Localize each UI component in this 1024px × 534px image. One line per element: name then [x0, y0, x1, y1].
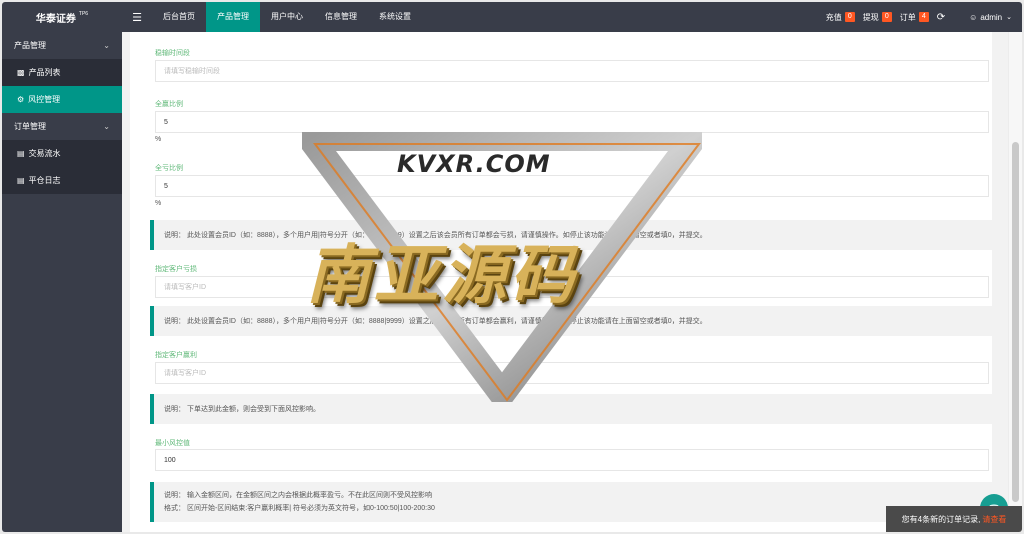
- sidebar-group-products[interactable]: 产品管理 ⌄: [2, 32, 122, 59]
- note-text-line1: 说明： 输入金额区间，在金额区间之内会根据此概率盈亏。不在此区间则不受风控影响: [164, 492, 432, 499]
- gear-icon: ⚙: [17, 95, 25, 104]
- order-link[interactable]: 订单 4: [900, 12, 929, 23]
- chevron-down-icon: ⌄: [103, 41, 110, 50]
- note-text-line2: 格式： 区间开始-区间结束:客户赢利概率| 符号必须为英文符号，如0-100:5…: [164, 505, 435, 512]
- sidebar-item-label: 交易流水: [28, 149, 61, 158]
- order-toast: 您有4条新的订单记录, 请查看: [886, 506, 1022, 532]
- chevron-down-icon: ⌄: [103, 122, 110, 131]
- field-label-loss-client: 指定客户亏损: [155, 266, 197, 273]
- recharge-label: 充值: [825, 12, 842, 22]
- toast-view-link[interactable]: 请查看: [982, 514, 1006, 525]
- scrollbar-thumb[interactable]: [1012, 142, 1019, 502]
- win-ratio-input[interactable]: 5: [155, 111, 989, 133]
- hamburger-icon[interactable]: ☰: [122, 2, 152, 32]
- sidebar-group-label: 产品管理: [14, 41, 46, 50]
- field-label-loss-ratio: 全亏比例: [155, 165, 183, 172]
- user-menu[interactable]: ☺ admin ⌄: [969, 13, 1012, 22]
- logo-badge: TP6: [78, 11, 89, 17]
- sidebar-group-label: 订单管理: [14, 122, 46, 131]
- note-range-format: 说明： 输入金额区间，在金额区间之内会根据此概率盈亏。不在此区间则不受风控影响 …: [150, 482, 992, 522]
- list-icon: ▤: [17, 149, 25, 158]
- sidebar-group-orders[interactable]: 订单管理 ⌄: [2, 113, 122, 140]
- field-label-min-risk: 最小风控值: [155, 440, 190, 447]
- loss-ratio-unit: %: [155, 200, 162, 207]
- top-right-area: 充值 0 提现 0 订单 4 ⟳ ☺ admin ⌄: [826, 2, 1022, 32]
- app-window: 华泰证券 TP6 ☰ 后台首页 产品管理 用户中心 信息管理 系统设置 充值 0 …: [2, 2, 1022, 532]
- sidebar: 产品管理 ⌄ ▩ 产品列表 ⚙ 风控管理 订单管理 ⌄ ▤ 交易流水 ▤ 平仓日…: [2, 32, 122, 532]
- order-label: 订单: [899, 12, 916, 22]
- withdraw-label: 提现: [862, 12, 879, 22]
- nav-item-info[interactable]: 信息管理: [314, 2, 368, 32]
- watermark-title: 南亚源码: [306, 239, 578, 313]
- refresh-icon[interactable]: ⟳: [937, 12, 945, 23]
- field-label-stable-time: 稳输时间段: [155, 50, 190, 57]
- sidebar-item-label: 风控管理: [28, 95, 61, 104]
- note-min-amount: 说明： 下单达到此金额，则会受到下面风控影响。: [150, 394, 992, 424]
- note-text: 说明： 下单达到此金额，则会受到下面风控影响。: [164, 405, 320, 413]
- order-badge: 4: [918, 12, 929, 22]
- loss-ratio-input[interactable]: 5: [155, 175, 989, 197]
- withdraw-link[interactable]: 提现 0: [863, 12, 892, 23]
- nav-item-users[interactable]: 用户中心: [260, 2, 314, 32]
- field-label-win-ratio: 全赢比例: [155, 101, 183, 108]
- user-icon: ☺: [969, 12, 978, 22]
- win-ratio-unit: %: [155, 136, 162, 143]
- nav-item-products[interactable]: 产品管理: [206, 2, 260, 32]
- scrollbar[interactable]: [1008, 32, 1022, 532]
- logo[interactable]: 华泰证券 TP6: [2, 2, 122, 32]
- chevron-down-icon: ⌄: [1006, 14, 1012, 21]
- stable-time-input[interactable]: 请填写稳输时间段: [155, 60, 989, 82]
- logo-text: 华泰证券: [35, 13, 76, 25]
- sidebar-item-transactions[interactable]: ▤ 交易流水: [2, 140, 122, 167]
- nav-item-settings[interactable]: 系统设置: [368, 2, 422, 32]
- recharge-badge: 0: [844, 12, 855, 22]
- recharge-link[interactable]: 充值 0: [826, 12, 855, 23]
- nav-item-home[interactable]: 后台首页: [152, 2, 206, 32]
- toast-text: 您有4条新的订单记录,: [901, 514, 981, 524]
- cube-icon: ▩: [17, 68, 25, 77]
- withdraw-badge: 0: [881, 12, 892, 22]
- sidebar-item-label: 产品列表: [28, 68, 61, 77]
- watermark-url: KVXR.COM: [397, 150, 551, 178]
- top-bar: 华泰证券 TP6 ☰ 后台首页 产品管理 用户中心 信息管理 系统设置 充值 0 …: [2, 2, 1022, 32]
- sidebar-item-close-log[interactable]: ▤ 平仓日志: [2, 167, 122, 194]
- sidebar-item-label: 平仓日志: [28, 176, 61, 185]
- note-text: 说明： 此处设置会员ID（如：8888），多个用户用|符号分开（如：8888|9…: [164, 317, 707, 325]
- win-client-input[interactable]: 请填写客户ID: [155, 362, 989, 384]
- user-name: admin: [980, 12, 1003, 22]
- list-icon: ▤: [17, 176, 25, 185]
- sidebar-item-risk-control[interactable]: ⚙ 风控管理: [2, 86, 122, 113]
- sidebar-item-product-list[interactable]: ▩ 产品列表: [2, 59, 122, 86]
- min-risk-input[interactable]: 100: [155, 449, 989, 471]
- top-nav: 后台首页 产品管理 用户中心 信息管理 系统设置: [152, 2, 422, 32]
- field-label-win-client: 指定客户赢利: [155, 352, 197, 359]
